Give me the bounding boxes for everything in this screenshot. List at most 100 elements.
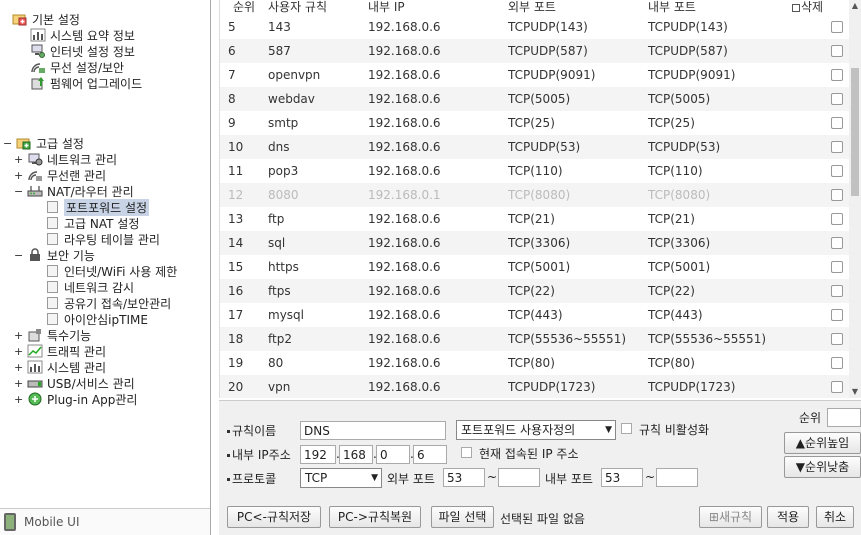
apply-button[interactable]: 적용 (767, 506, 809, 528)
table-row[interactable]: 14 sql 192.168.0.6 TCP(3306) TCP(3306) (220, 231, 849, 255)
tree-item-port-forward[interactable]: 포트포워드 설정 (47, 198, 150, 216)
table-row[interactable]: 19 80 192.168.0.6 TCP(80) TCP(80) (220, 351, 849, 375)
cell-rule-name: webdav (268, 92, 315, 106)
delete-checkbox[interactable] (831, 333, 843, 345)
disable-rule-checkbox[interactable] (621, 423, 632, 434)
current-ip-checkbox[interactable] (461, 447, 472, 458)
protocol-select[interactable]: TCP ▼ (300, 468, 382, 488)
tree-item-wlan-manage[interactable]: + 무선랜 관리 (14, 167, 106, 183)
save-to-pc-button[interactable]: PC<-규칙저장 (227, 506, 321, 528)
delete-checkbox[interactable] (831, 381, 843, 393)
delete-checkbox[interactable] (831, 261, 843, 273)
table-row[interactable]: 16 ftps 192.168.0.6 TCP(22) TCP(22) (220, 279, 849, 303)
cell-external-port: TCP(5005) (508, 92, 571, 106)
table-row[interactable]: 17 mysql 192.168.0.6 TCP(443) TCP(443) (220, 303, 849, 327)
int-port-from-input[interactable] (601, 468, 643, 487)
table-row[interactable]: 9 smtp 192.168.0.6 TCP(25) TCP(25) (220, 111, 849, 135)
delete-checkbox[interactable] (831, 213, 843, 225)
tree-item-routing-table[interactable]: 라우팅 테이블 관리 (47, 231, 160, 247)
delete-checkbox[interactable] (831, 165, 843, 177)
delete-checkbox[interactable] (831, 117, 843, 129)
table-scrollbar[interactable]: ▲ ▼ (849, 0, 861, 398)
delete-checkbox[interactable] (831, 309, 843, 321)
tree-item-network-monitor[interactable]: 네트워크 감시 (47, 279, 134, 295)
expand-icon[interactable]: + (14, 394, 23, 405)
collapse-icon[interactable]: − (14, 250, 23, 261)
ip-octet-4-input[interactable] (413, 445, 447, 464)
tree-item-internet-info[interactable]: 인터넷 설정 정보 (30, 43, 135, 59)
tree-basic-settings[interactable]: 기본 설정 (12, 11, 80, 27)
tree-item-special[interactable]: + 특수기능 (14, 327, 91, 343)
table-row[interactable]: 11 pop3 192.168.0.6 TCP(110) TCP(110) (220, 159, 849, 183)
tree-item-system[interactable]: + 시스템 관리 (14, 359, 106, 375)
cancel-button[interactable]: 취소 (816, 506, 854, 528)
tree-item-internet-wifi-limit[interactable]: 인터넷/WiFi 사용 제한 (47, 263, 177, 279)
delete-checkbox[interactable] (831, 357, 843, 369)
delete-checkbox[interactable] (831, 93, 843, 105)
table-row[interactable]: 7 openvpn 192.168.0.6 TCPUDP(9091) TCPUDP(90… (220, 63, 849, 87)
table-row[interactable]: 15 https 192.168.0.6 TCP(5001) TCP(5001) (220, 255, 849, 279)
int-port-to-input[interactable] (656, 468, 698, 487)
delete-checkbox[interactable] (831, 285, 843, 297)
tree-item-label: USB/서비스 관리 (47, 376, 135, 391)
scroll-thumb[interactable] (851, 68, 859, 196)
new-rule-button[interactable]: ⊞새규칙 (699, 506, 762, 528)
table-row[interactable]: 12 8080 192.168.0.1 TCP(8080) TCP(8080) (220, 183, 849, 207)
priority-up-button[interactable]: ▲순위높임 (784, 432, 861, 454)
collapse-icon[interactable]: − (3, 138, 12, 149)
tree-advanced-settings[interactable]: − 고급 설정 (3, 135, 84, 151)
tree-item-network-manage[interactable]: + 네트워크 관리 (14, 151, 117, 167)
table-row[interactable]: 10 dns 192.168.0.6 TCPUDP(53) TCPUDP(53) (220, 135, 849, 159)
tree-item-usb-service[interactable]: + USB/서비스 관리 (14, 375, 135, 391)
scroll-up-arrow-icon[interactable]: ▲ (849, 0, 861, 12)
expand-icon[interactable]: + (14, 346, 23, 357)
delete-checkbox[interactable] (831, 237, 843, 249)
expand-icon[interactable]: + (14, 170, 23, 181)
table-row[interactable]: 13 ftp 192.168.0.6 TCP(21) TCP(21) (220, 207, 849, 231)
table-row[interactable]: 8 webdav 192.168.0.6 TCP(5005) TCP(5005) (220, 87, 849, 111)
delete-checkbox[interactable] (831, 189, 843, 201)
collapse-icon[interactable]: − (14, 186, 23, 197)
table-row[interactable]: 20 vpn 192.168.0.6 TCPUDP(1723) TCPUDP(1723) (220, 375, 849, 398)
priority-down-button[interactable]: ▼순위낮춤 (784, 456, 861, 478)
tree-item-traffic[interactable]: + 트래픽 관리 (14, 343, 106, 359)
table-row[interactable]: 5 143 192.168.0.6 TCPUDP(143) TCPUDP(143) (220, 15, 849, 39)
expand-icon[interactable]: + (14, 378, 23, 389)
tree-item-router-access[interactable]: 공유기 접속/보안관리 (47, 295, 171, 311)
tree-item-wireless-security[interactable]: 무선 설정/보안 (30, 59, 124, 75)
tree-item-iansim[interactable]: 아이안심ipTIME (47, 311, 148, 327)
tree-item-advanced-nat[interactable]: 고급 NAT 설정 (47, 215, 139, 231)
delete-checkbox[interactable] (831, 141, 843, 153)
scroll-down-arrow-icon[interactable]: ▼ (849, 386, 861, 398)
table-row[interactable]: 6 587 192.168.0.6 TCPUDP(587) TCPUDP(587) (220, 39, 849, 63)
header-delete[interactable]: 삭제 (792, 0, 823, 15)
ext-port-to-input[interactable] (498, 468, 540, 487)
priority-input[interactable] (827, 408, 861, 427)
ip-octet-2-input[interactable] (339, 445, 373, 464)
delete-checkbox[interactable] (831, 45, 843, 57)
delete-checkbox[interactable] (831, 69, 843, 81)
table-row[interactable]: 18 ftp2 192.168.0.6 TCP(55536~55551) TCP(555… (220, 327, 849, 351)
select-all-icon[interactable] (792, 3, 800, 12)
folder-settings-icon (12, 12, 28, 26)
dropdown-arrow-icon: ▼ (605, 425, 612, 435)
expand-icon[interactable]: + (14, 362, 23, 373)
tree-item-system-summary[interactable]: 시스템 요약 정보 (30, 27, 135, 43)
rule-name-input[interactable] (300, 421, 446, 440)
tree-item-plugin-app[interactable]: + Plug-in App관리 (14, 391, 137, 407)
preset-select[interactable]: 포트포워드 사용자정의 ▼ (456, 420, 616, 440)
expand-icon[interactable]: + (14, 330, 23, 341)
restore-from-pc-button[interactable]: PC->규칙복원 (329, 506, 421, 528)
delete-checkbox[interactable] (831, 21, 843, 33)
choose-file-button[interactable]: 파일 선택 (431, 506, 494, 528)
tree-advanced-settings-label: 고급 설정 (36, 136, 84, 151)
cell-rule-name: openvpn (268, 68, 321, 82)
ip-octet-3-input[interactable] (376, 445, 410, 464)
mobile-ui-link[interactable]: Mobile UI (0, 508, 210, 535)
ext-port-from-input[interactable] (443, 468, 485, 487)
tree-item-nat-router[interactable]: − NAT/라우터 관리 (14, 183, 134, 199)
tree-item-security[interactable]: − 보안 기능 (14, 247, 95, 263)
ip-octet-1-input[interactable] (300, 445, 336, 464)
expand-icon[interactable]: + (14, 154, 23, 165)
tree-item-firmware-upgrade[interactable]: 펌웨어 업그레이드 (30, 75, 142, 91)
